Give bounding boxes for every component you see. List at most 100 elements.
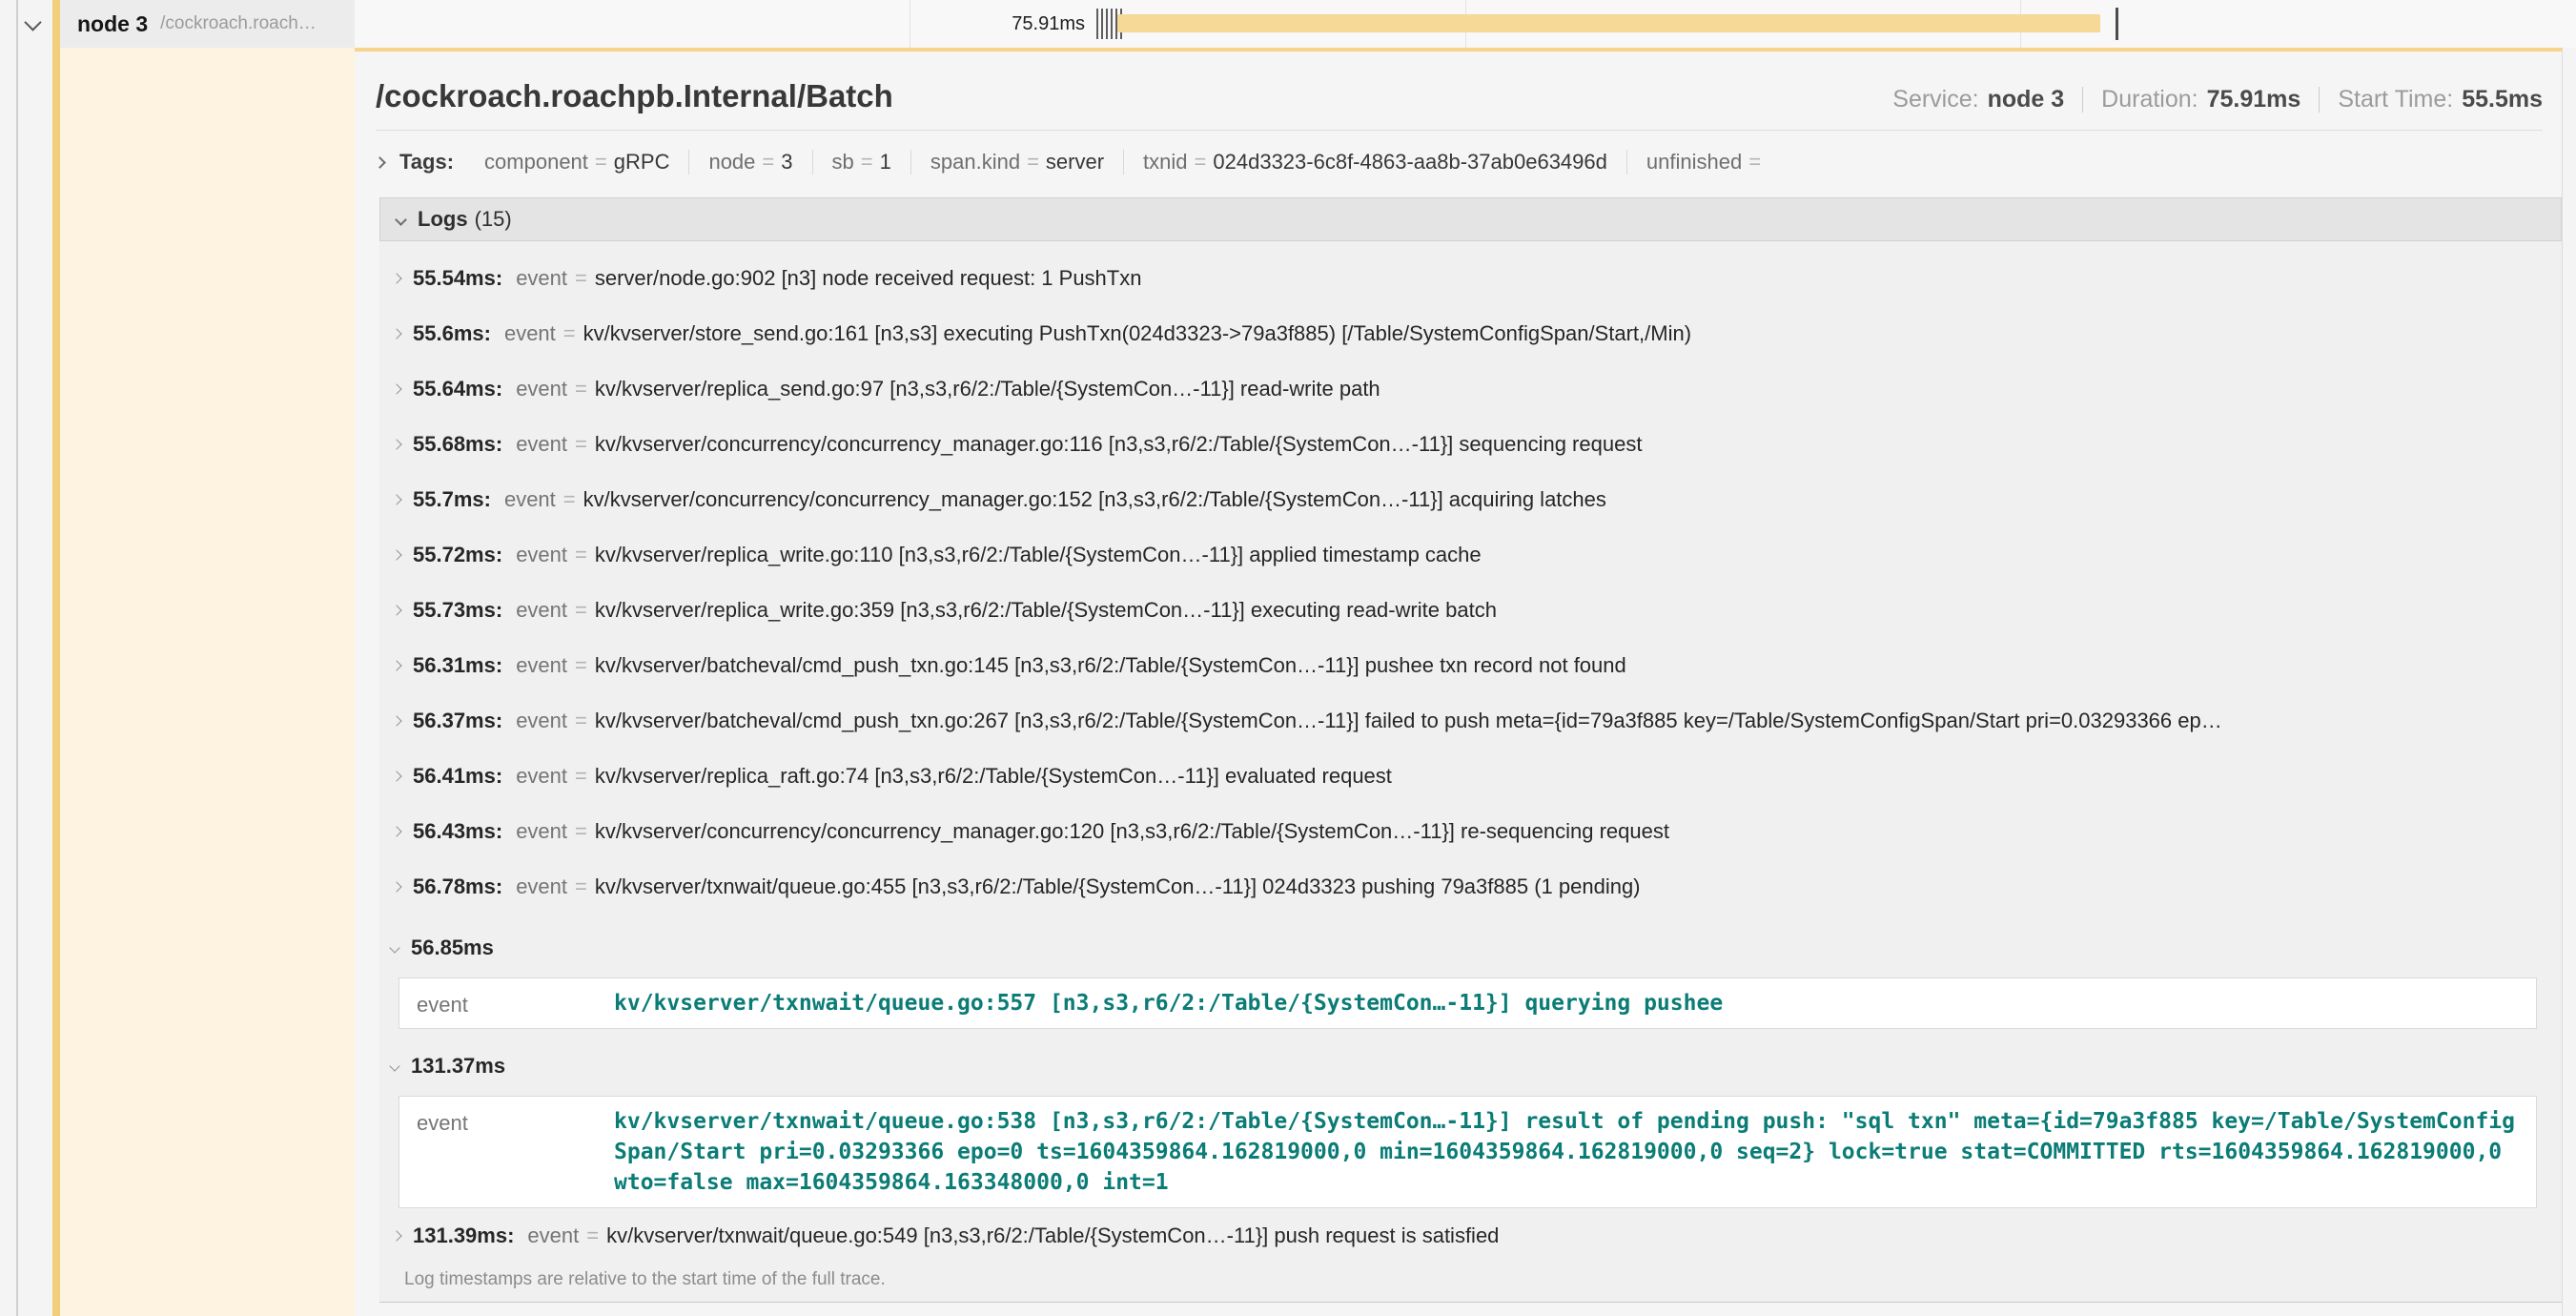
log-field-value: kv/kvserver/txnwait/queue.go:538 [n3,s3,… xyxy=(614,1106,2519,1198)
equals-sign: = xyxy=(575,709,587,733)
log-entry-expanded-header[interactable]: 131.37ms xyxy=(389,1044,2537,1088)
log-entry-row[interactable]: 55.68ms: event = kv/kvserver/concurrency… xyxy=(389,417,2537,472)
log-field-key: event xyxy=(504,487,556,512)
log-message: kv/kvserver/concurrency/concurrency_mana… xyxy=(595,819,2537,844)
log-timestamp: 56.41ms: xyxy=(413,764,502,789)
log-entry-row[interactable]: 56.31ms: event = kv/kvserver/batcheval/c… xyxy=(389,638,2537,693)
chevron-right-icon[interactable] xyxy=(391,328,401,339)
log-message: kv/kvserver/replica_write.go:359 [n3,s3,… xyxy=(595,598,2537,623)
tags-label: Tags: xyxy=(399,150,454,175)
equals-sign: = xyxy=(1195,150,1207,174)
tag-value: 3 xyxy=(781,150,792,174)
log-entry-row[interactable]: 55.54ms: event = server/node.go:902 [n3]… xyxy=(389,251,2537,306)
chevron-down-icon[interactable] xyxy=(395,214,407,226)
log-entry-row[interactable]: 56.37ms: event = kv/kvserver/batcheval/c… xyxy=(389,693,2537,749)
chevron-right-icon[interactable] xyxy=(391,273,401,283)
tag-key: sb xyxy=(832,150,854,174)
equals-sign: = xyxy=(575,377,587,401)
duration-label: Duration: xyxy=(2101,86,2198,113)
chevron-right-icon[interactable] xyxy=(374,156,386,169)
log-entry-row[interactable]: 131.39ms: event = kv/kvserver/txnwait/qu… xyxy=(389,1208,2537,1264)
log-tick xyxy=(1101,9,1103,39)
span-timeline[interactable]: 75.91ms xyxy=(355,0,2576,48)
equals-sign: = xyxy=(1748,150,1761,174)
log-entry-row[interactable]: 55.7ms: event = kv/kvserver/concurrency/… xyxy=(389,472,2537,527)
span-name-cell[interactable]: node 3 /cockroach.roach… xyxy=(52,0,355,48)
meta-divider xyxy=(2319,87,2320,113)
chevron-right-icon[interactable] xyxy=(391,715,401,726)
log-tick xyxy=(1111,9,1113,39)
log-timestamp: 55.72ms: xyxy=(413,543,502,567)
equals-sign: = xyxy=(575,543,587,567)
log-entry-expanded-header[interactable]: 56.85ms xyxy=(389,926,2537,970)
tag-item: node=3 xyxy=(689,150,812,175)
span-row[interactable]: node 3 /cockroach.roach… 75.91ms xyxy=(0,0,2576,48)
log-message: server/node.go:902 [n3] node received re… xyxy=(595,266,2537,291)
trace-end-marker xyxy=(2116,8,2118,40)
logs-accordion-header[interactable]: Logs (15) xyxy=(379,197,2562,241)
equals-sign: = xyxy=(595,150,607,174)
equals-sign: = xyxy=(563,487,576,512)
log-timestamp: 55.6ms: xyxy=(413,321,491,346)
tags-accordion[interactable]: Tags: component=gRPC node=3 sb=1 span.ki… xyxy=(376,131,2562,197)
chevron-right-icon[interactable] xyxy=(391,771,401,781)
span-detail-header: /cockroach.roachpb.Internal/Batch Servic… xyxy=(376,51,2543,131)
log-message: kv/kvserver/txnwait/queue.go:549 [n3,s3,… xyxy=(606,1223,2537,1248)
tag-key: unfinished xyxy=(1646,150,1742,174)
log-entry-row[interactable]: 55.72ms: event = kv/kvserver/replica_wri… xyxy=(389,527,2537,583)
log-timestamp: 56.78ms: xyxy=(413,874,502,899)
chevron-right-icon[interactable] xyxy=(391,660,401,670)
tag-value: gRPC xyxy=(614,150,670,174)
chevron-down-icon[interactable] xyxy=(389,942,399,953)
log-timestamp: 55.68ms: xyxy=(413,432,502,457)
log-message: kv/kvserver/txnwait/queue.go:455 [n3,s3,… xyxy=(595,874,2537,899)
log-timestamp: 55.64ms: xyxy=(413,377,502,401)
equals-sign: = xyxy=(575,819,587,844)
duration-value: 75.91ms xyxy=(2207,86,2301,113)
log-field-key: event xyxy=(516,874,567,899)
log-message: kv/kvserver/concurrency/concurrency_mana… xyxy=(595,432,2537,457)
log-entry-row[interactable]: 55.6ms: event = kv/kvserver/store_send.g… xyxy=(389,306,2537,361)
span-detail-panel: /cockroach.roachpb.Internal/Batch Servic… xyxy=(355,48,2563,1316)
log-detail-card: event kv/kvserver/txnwait/queue.go:557 [… xyxy=(399,977,2537,1029)
log-timestamp: 56.31ms: xyxy=(413,653,502,678)
span-operation-title: /cockroach.roachpb.Internal/Batch xyxy=(376,78,893,114)
tree-indent-guide xyxy=(16,0,18,1316)
log-timestamp: 56.37ms: xyxy=(413,709,502,733)
log-detail-card: event kv/kvserver/txnwait/queue.go:538 [… xyxy=(399,1096,2537,1208)
equals-sign: = xyxy=(563,321,576,346)
log-timestamp: 55.73ms: xyxy=(413,598,502,623)
chevron-down-icon[interactable] xyxy=(389,1060,399,1071)
log-field-value: kv/kvserver/txnwait/queue.go:557 [n3,s3,… xyxy=(614,988,2519,1018)
chevron-right-icon[interactable] xyxy=(391,605,401,615)
start-time-label: Start Time: xyxy=(2338,86,2453,113)
chevron-right-icon[interactable] xyxy=(391,439,401,449)
chevron-right-icon[interactable] xyxy=(391,383,401,394)
log-message: kv/kvserver/replica_raft.go:74 [n3,s3,r6… xyxy=(595,764,2537,789)
log-entry-row[interactable]: 56.41ms: event = kv/kvserver/replica_raf… xyxy=(389,749,2537,804)
equals-sign: = xyxy=(575,266,587,291)
log-entry-row[interactable]: 55.73ms: event = kv/kvserver/replica_wri… xyxy=(389,583,2537,638)
log-field-key: event xyxy=(516,377,567,401)
span-duration-bar[interactable] xyxy=(1117,14,2100,32)
log-entry-row[interactable]: 56.78ms: event = kv/kvserver/txnwait/que… xyxy=(389,859,2537,915)
log-entry-row[interactable]: 55.64ms: event = kv/kvserver/replica_sen… xyxy=(389,361,2537,417)
chevron-right-icon[interactable] xyxy=(391,881,401,892)
log-field-key: event xyxy=(516,432,567,457)
log-entry-row[interactable]: 56.43ms: event = kv/kvserver/concurrency… xyxy=(389,804,2537,859)
span-service-name: node 3 xyxy=(77,11,148,37)
service-color-stripe xyxy=(52,0,60,1316)
log-field-key: event xyxy=(516,266,567,291)
chevron-right-icon[interactable] xyxy=(391,1230,401,1241)
chevron-right-icon[interactable] xyxy=(391,826,401,836)
chevron-down-icon[interactable] xyxy=(24,13,41,31)
chevron-right-icon[interactable] xyxy=(391,494,401,504)
chevron-right-icon[interactable] xyxy=(391,549,401,560)
log-field-key: event xyxy=(504,321,556,346)
log-timestamp: 55.7ms: xyxy=(413,487,491,512)
log-timestamp: 56.43ms: xyxy=(413,819,502,844)
logs-footnote: Log timestamps are relative to the start… xyxy=(404,1269,2537,1290)
log-timestamp: 55.54ms: xyxy=(413,266,502,291)
logs-list: 55.54ms: event = server/node.go:902 [n3]… xyxy=(379,241,2562,1303)
tag-item: span.kind=server xyxy=(911,150,1124,175)
